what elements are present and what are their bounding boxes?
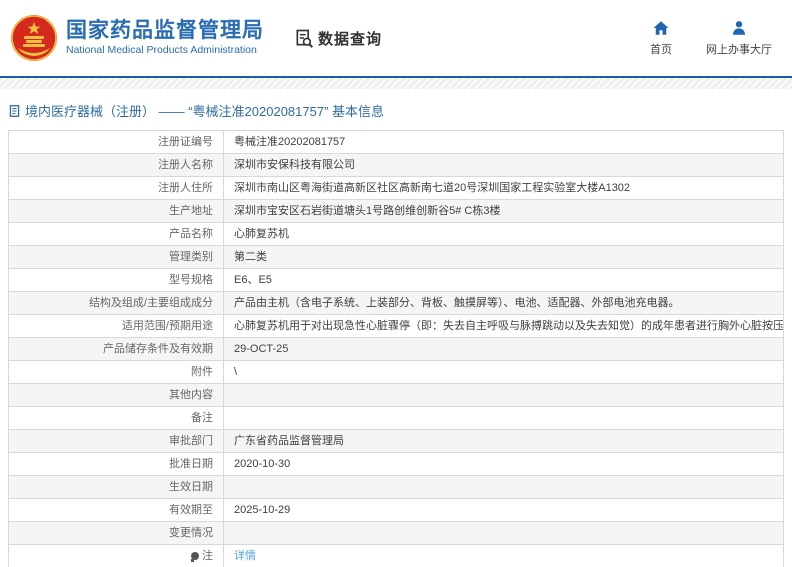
table-row: 适用范围/预期用途 心肺复苏机用于对出现急性心脏骤停（即：失去自主呼吸与脉搏跳动以… (9, 315, 783, 338)
nav-online-hall-label: 网上办事大厅 (706, 44, 772, 56)
table-row: 型号规格 E6、E5 (9, 269, 783, 292)
row-label: 其他内容 (9, 384, 224, 406)
table-row: 管理类别 第二类 (9, 246, 783, 269)
row-value: E6、E5 (234, 274, 272, 286)
table-row: 注详情 (9, 545, 783, 567)
home-icon (653, 21, 669, 35)
row-label: 生产地址 (9, 200, 224, 222)
table-row: 备注 (9, 407, 783, 430)
row-value (224, 476, 783, 498)
table-row: 注册证编号 粤械注准20202081757 (9, 131, 783, 154)
row-label: 管理类别 (9, 246, 224, 268)
row-label: 批准日期 (9, 453, 224, 475)
breadcrumb-text: 境内医疗器械（注册） —— “粤械注准20202081757” 基本信息 (25, 104, 385, 119)
row-label: 附件 (9, 361, 224, 383)
table-row: 产品储存条件及有效期 29-OCT-25 (9, 338, 783, 361)
row-label: 型号规格 (9, 269, 224, 291)
data-query-nav[interactable]: 数据查询 (294, 28, 382, 49)
table-row: 结构及组成/主要组成成分 产品由主机（含电子系统、上装部分、背板、触摸屏等）、电池… (9, 292, 783, 315)
row-label: 产品储存条件及有效期 (9, 338, 224, 360)
table-row: 生产地址 深圳市宝安区石岩街道塘头1号路创维创新谷5# C栋3楼 (9, 200, 783, 223)
table-row: 其他内容 (9, 384, 783, 407)
info-table: 注册证编号 粤械注准20202081757 注册人名称 深圳市安保科技有限公司 注册人住… (8, 130, 784, 567)
table-row: 有效期至 2025-10-29 (9, 499, 783, 522)
table-row: 附件 \ (9, 361, 783, 384)
org-subtitle: National Medical Products Administration (66, 44, 257, 57)
org-title-block: 国家药品监督管理局 National Medical Products Admi… (66, 19, 264, 57)
row-value: 深圳市宝安区石岩街道塘头1号路创维创新谷5# C栋3楼 (234, 205, 501, 217)
row-label: 结构及组成/主要组成成分 (9, 292, 224, 314)
table-row: 产品名称 心肺复苏机 (9, 223, 783, 246)
person-icon (733, 21, 745, 35)
data-query-label: 数据查询 (318, 30, 383, 48)
row-value: 广东省药品监督管理局 (234, 435, 344, 447)
table-row: 批准日期 2020-10-30 (9, 453, 783, 476)
row-label: 适用范围/预期用途 (9, 315, 224, 337)
table-row: 变更情况 (9, 522, 783, 545)
row-label: 注册证编号 (9, 131, 224, 153)
header-hatch-band (0, 78, 792, 89)
detail-link[interactable]: 详情 (234, 550, 256, 562)
row-value (224, 407, 783, 429)
row-value: 深圳市安保科技有限公司 (234, 159, 355, 171)
table-row: 注册人住所 深圳市南山区粤海街道高新区社区高新南七道20号深圳国家工程实验室大楼A… (9, 177, 783, 200)
header: 国家药品监督管理局 National Medical Products Admi… (0, 0, 792, 76)
row-value: \ (234, 366, 238, 378)
table-row: 注册人名称 深圳市安保科技有限公司 (9, 154, 783, 177)
row-label: 注册人名称 (9, 154, 224, 176)
nav-home[interactable]: 首页 (650, 19, 672, 57)
row-value: 第二类 (234, 251, 267, 263)
row-value (224, 384, 783, 406)
row-label: 变更情况 (9, 522, 224, 544)
row-value: 2025-10-29 (234, 504, 291, 516)
row-label: 产品名称 (9, 223, 224, 245)
data-query-icon (296, 29, 314, 48)
row-value: 2020-10-30 (234, 458, 291, 470)
table-row: 生效日期 (9, 476, 783, 499)
row-value: 详情 (224, 545, 783, 567)
row-value: 粤械注准20202081757 (234, 136, 346, 148)
row-label: 注 (9, 545, 224, 567)
row-value: 心肺复苏机用于对出现急性心脏骤停（即：失去自主呼吸与脉搏跳动以及失去知觉）的成年… (234, 320, 783, 332)
row-label: 生效日期 (9, 476, 224, 498)
row-label: 审批部门 (9, 430, 224, 452)
row-value: 心肺复苏机 (234, 228, 289, 240)
note-icon (191, 552, 199, 562)
document-icon (9, 104, 20, 117)
nav-online-hall[interactable]: 网上办事大厅 (706, 19, 772, 57)
top-nav: 首页 网上办事大厅 (650, 19, 778, 57)
row-value: 产品由主机（含电子系统、上装部分、背板、触摸屏等）、电池、适配器、外部电池充电器… (234, 297, 680, 309)
row-value (224, 522, 783, 544)
breadcrumb: 境内医疗器械（注册） —— “粤械注准20202081757” 基本信息 (0, 89, 792, 128)
row-value: 29-OCT-25 (234, 343, 289, 355)
row-value: 深圳市南山区粤海街道高新区社区高新南七道20号深圳国家工程实验室大楼A1302 (234, 182, 631, 194)
row-label: 有效期至 (9, 499, 224, 521)
row-label: 注册人住所 (9, 177, 224, 199)
org-title: 国家药品监督管理局 (66, 19, 264, 43)
nav-home-label: 首页 (650, 44, 672, 56)
table-row: 审批部门 广东省药品监督管理局 (9, 430, 783, 453)
row-label: 备注 (9, 407, 224, 429)
national-emblem-logo (11, 15, 57, 61)
